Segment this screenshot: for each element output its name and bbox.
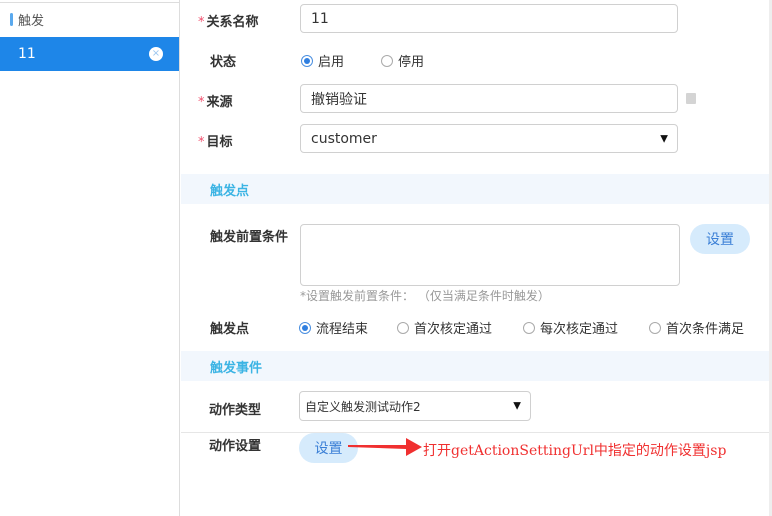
radio-unchecked-icon [649,321,661,334]
target-value: customer [311,130,377,147]
name-value: 11 [311,10,329,27]
trigger-point-option[interactable]: 每次核定通过 [523,318,618,337]
action-type-value: 自定义触发测试动作2 [305,399,421,414]
radio-label: 停用 [398,55,425,70]
trigger-point-label: 触发点 [210,322,250,337]
action-type-select[interactable]: 自定义触发测试动作2 ▼ [299,391,531,421]
divider [181,432,770,433]
radio-checked-icon [301,54,313,67]
source-value: 撤销验证 [311,91,367,108]
sidebar-item-11[interactable]: 11 × [0,37,179,71]
radio-checked-icon [299,321,311,334]
radio-unchecked-icon [381,54,393,67]
sidebar-header-label: 触发 [18,13,45,29]
close-icon[interactable]: × [149,47,163,61]
sidebar-item-label: 11 [18,46,36,62]
divider [0,2,179,3]
section-header-event: 触发事件 [181,351,770,381]
action-setting-label: 动作设置 [209,439,262,454]
trigger-point-option[interactable]: 首次条件满足 [649,318,744,337]
radio-unchecked-icon [397,321,409,334]
source-label-text: 来源 [206,95,233,110]
action-type-label: 动作类型 [209,403,262,418]
name-input[interactable]: 11 [300,4,678,33]
source-label: * 来源 [198,91,233,110]
sidebar-header: 触发 [10,9,44,29]
required-icon: * [198,15,205,30]
annotation-text: 打开getActionSettingUrl中指定的动作设置jsp [423,443,727,459]
radio-label: 每次核定通过 [540,322,619,337]
precondition-label: 触发前置条件 [210,230,289,245]
name-label: * 关系名称 [198,11,259,30]
source-input[interactable]: 撤销验证 [300,84,678,113]
radio-label: 首次条件满足 [666,322,745,337]
section-header-trigger: 触发点 [181,174,770,204]
precondition-set-button[interactable]: 设置 [690,224,750,254]
arrow-annotation-icon [348,438,422,456]
trigger-point-option[interactable]: 首次核定通过 [397,318,492,337]
target-label: * 目标 [198,131,233,150]
sidebar: 触发 11 × [0,0,180,516]
header-marker [10,12,13,26]
target-select[interactable]: customer ▼ [300,124,678,153]
radio-label: 流程结束 [316,322,369,337]
precondition-textarea[interactable] [300,224,680,286]
trigger-point-option[interactable]: 流程结束 [299,318,368,337]
name-label-text: 关系名称 [206,15,259,30]
status-radio-disabled[interactable]: 停用 [381,51,424,70]
status-label: 状态 [210,55,237,70]
target-label-text: 目标 [206,135,233,150]
status-radio-enabled[interactable]: 启用 [301,51,344,70]
required-icon: * [198,135,205,150]
radio-unchecked-icon [523,321,535,334]
required-icon: * [198,95,205,110]
precondition-hint: *设置触发前置条件： （仅当满足条件时触发） [300,289,550,303]
dropdown-arrow-icon: ▼ [513,400,521,412]
dropdown-arrow-icon: ▼ [660,133,668,144]
radio-label: 启用 [318,55,345,70]
radio-label: 首次核定通过 [414,322,493,337]
document-icon[interactable] [686,93,696,104]
